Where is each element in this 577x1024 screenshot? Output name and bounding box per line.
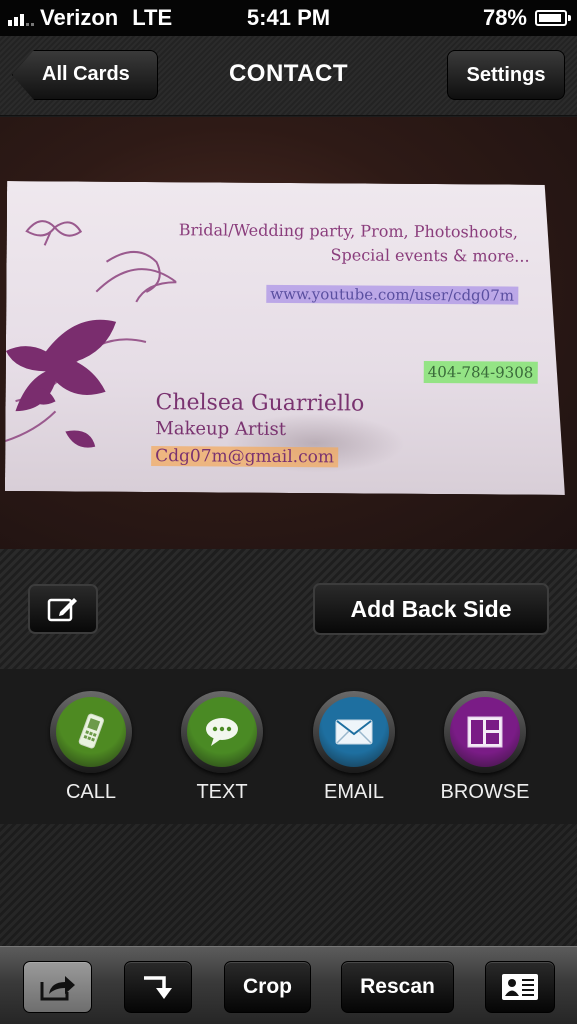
browse-label: BROWSE	[440, 781, 530, 803]
edit-icon	[47, 598, 77, 622]
browse-icon	[467, 716, 503, 748]
chat-bubble-icon	[206, 718, 238, 746]
battery-icon	[535, 10, 571, 26]
call-action[interactable]: CALL	[36, 691, 146, 804]
crop-button[interactable]: Crop	[224, 961, 311, 1013]
network-type: LTE	[132, 5, 173, 30]
text-action[interactable]: TEXT	[167, 691, 277, 804]
add-back-side-button[interactable]: Add Back Side	[313, 583, 549, 635]
contact-card-button[interactable]	[485, 961, 555, 1013]
browse-action[interactable]: BROWSE	[430, 691, 540, 804]
share-icon	[40, 976, 75, 1001]
text-label: TEXT	[196, 781, 248, 803]
phone-icon	[78, 713, 104, 749]
card-tagline-line1: Bridal/Wedding party, Prom, Photoshoots,	[178, 220, 519, 242]
signal-strength-icon	[8, 10, 36, 26]
edit-button[interactable]	[28, 584, 98, 634]
envelope-icon	[335, 719, 373, 745]
scanned-card-photo[interactable]: Bridal/Wedding party, Prom, Photoshoots,…	[0, 117, 577, 549]
card-edit-toolbar: Add Back Side	[0, 549, 577, 669]
email-label: EMAIL	[323, 781, 385, 803]
status-bar: Verizon LTE 5:41 PM 78%	[0, 0, 577, 36]
contact-actions: CALL TEXT EMAIL BROWSE	[0, 669, 577, 824]
card-contact-role: Makeup Artist	[155, 418, 287, 441]
battery-percent: 78%	[482, 5, 527, 30]
email-action[interactable]: EMAIL	[299, 691, 409, 804]
card-tagline-line2: Special events & more...	[330, 245, 530, 266]
card-contact-name: Chelsea Guarriello	[155, 390, 365, 417]
detected-url-highlight[interactable]: www.youtube.com/user/cdg07m	[266, 285, 518, 305]
navigation-bar: All Cards CONTACT Settings	[0, 36, 577, 116]
call-label: CALL	[65, 781, 117, 803]
background-pattern	[0, 824, 577, 946]
rotate-icon	[144, 976, 172, 999]
rescan-button[interactable]: Rescan	[341, 961, 454, 1013]
rotate-button[interactable]	[124, 961, 192, 1013]
share-button[interactable]	[23, 961, 92, 1013]
carrier-name: Verizon	[40, 5, 119, 30]
business-card: Bridal/Wedding party, Prom, Photoshoots,…	[5, 181, 567, 495]
settings-button[interactable]: Settings	[447, 50, 565, 100]
bottom-toolbar: Crop Rescan	[0, 946, 577, 1024]
contact-card-icon	[502, 974, 538, 1000]
detected-email-highlight[interactable]: Cdg07m@gmail.com	[151, 446, 338, 467]
detected-phone-highlight[interactable]: 404-784-9308	[424, 361, 538, 384]
